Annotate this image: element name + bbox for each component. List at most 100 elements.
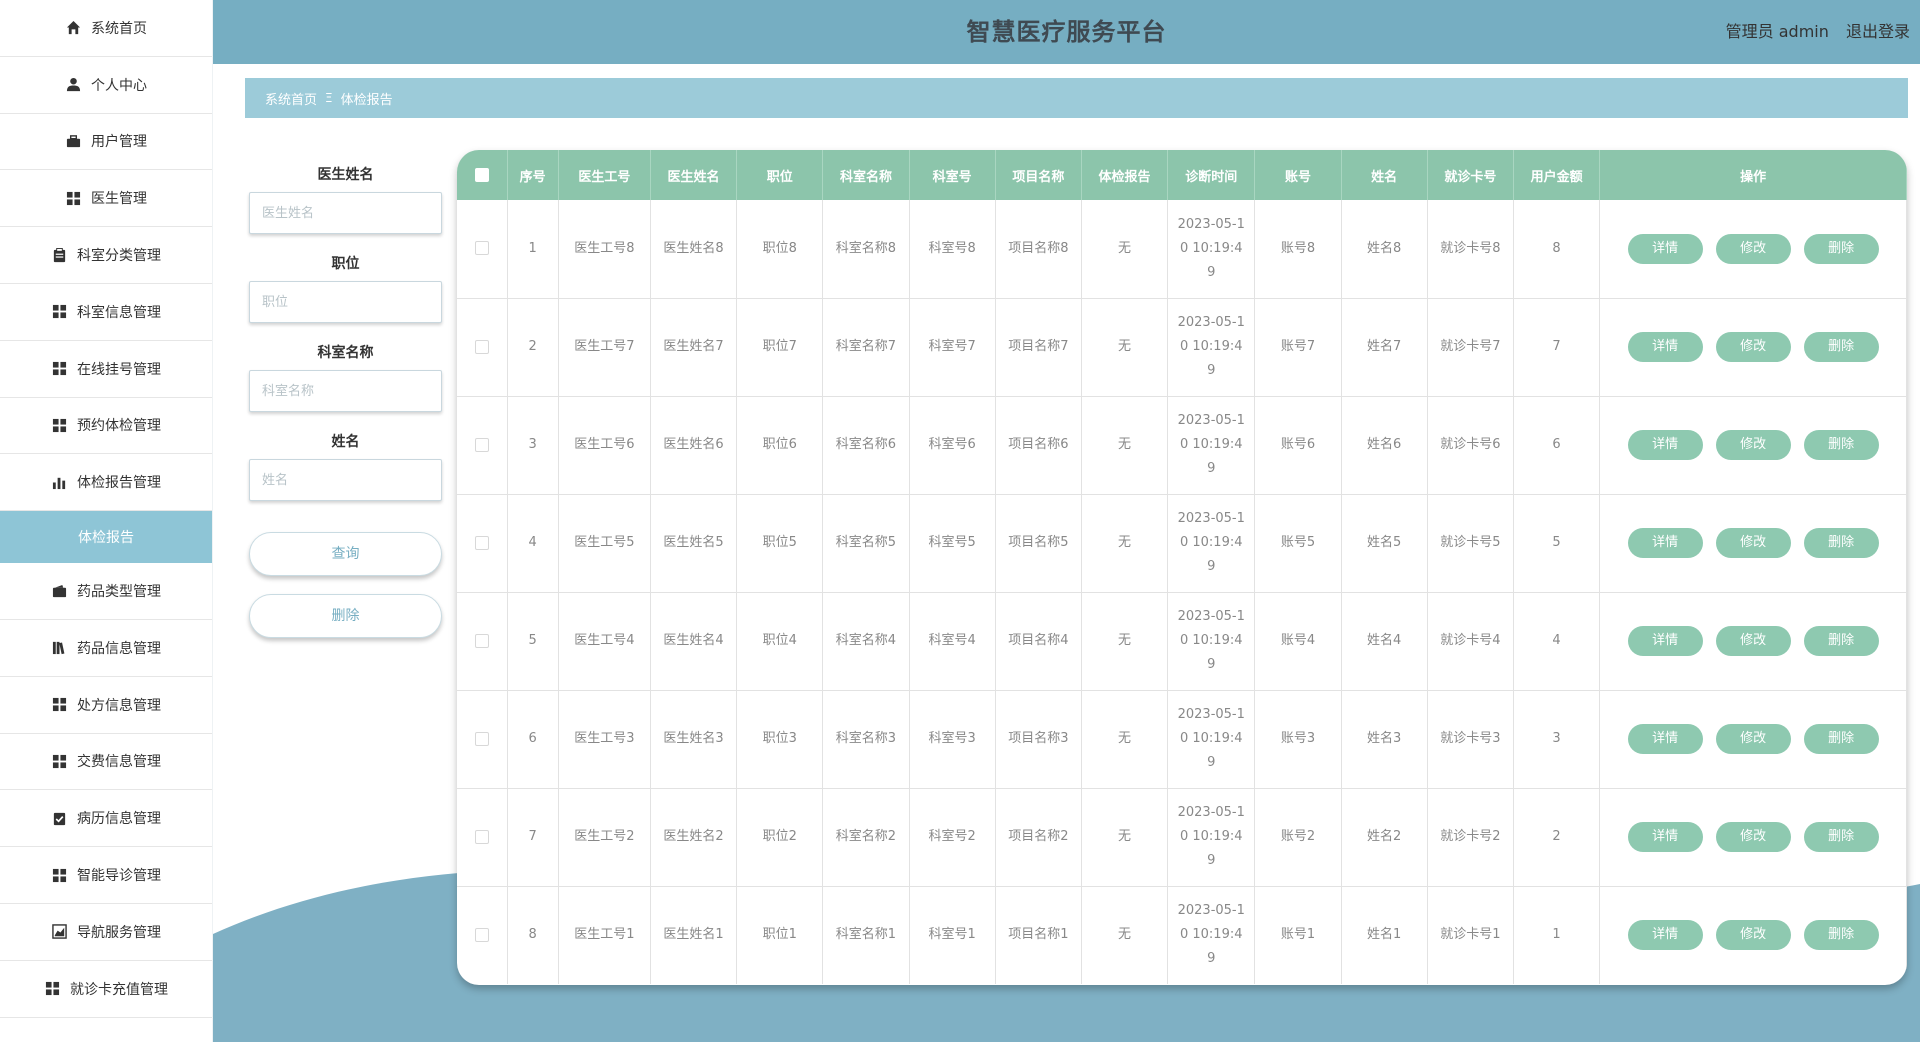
doctor-name-input[interactable]: [249, 192, 442, 234]
delete-button[interactable]: 删除: [1803, 528, 1879, 558]
action-group: 详情 修改 删除: [1601, 233, 1905, 264]
action-group: 详情 修改 删除: [1601, 822, 1905, 852]
column-header: 职位: [736, 150, 824, 200]
user-icon: [65, 77, 81, 93]
cell-name: 姓名7: [1341, 298, 1428, 397]
cell-item: 项目名称4: [995, 592, 1082, 691]
row-select-cell: [457, 200, 508, 299]
cell-doc-name: 医生姓名3: [650, 690, 738, 789]
delete-button[interactable]: 删除: [1803, 626, 1879, 656]
sidebar-item-12[interactable]: 交费信息管理: [0, 734, 212, 791]
detail-button[interactable]: 详情: [1627, 430, 1703, 460]
patient-name-input[interactable]: [249, 459, 442, 501]
cell-account: 账号5: [1254, 494, 1342, 593]
edit-button[interactable]: 修改: [1715, 920, 1791, 951]
select-all-checkbox[interactable]: [474, 168, 489, 182]
edit-button[interactable]: 修改: [1715, 430, 1791, 460]
action-group: 详情 修改 删除: [1601, 920, 1905, 951]
cell-dept-name: 科室名称1: [822, 886, 910, 984]
delete-button[interactable]: 删除: [1803, 233, 1879, 264]
edit-button[interactable]: 修改: [1715, 626, 1791, 656]
cell-name: 姓名8: [1341, 200, 1428, 299]
sidebar-item-15[interactable]: 导航服务管理: [0, 904, 212, 961]
diagnosis-time: 2023-05-10 10:19:49: [1177, 413, 1245, 476]
cell-dept-no: 科室号7: [909, 298, 996, 397]
table-row: 8 医生工号1 医生姓名1 职位1 科室名称1 科室号1 项目名称1 无 2023-05-10 …: [457, 886, 1907, 984]
row-checkbox[interactable]: [474, 633, 489, 648]
sidebar-item-7[interactable]: 预约体检管理: [0, 398, 212, 455]
detail-button[interactable]: 详情: [1627, 920, 1703, 951]
delete-button[interactable]: 删除: [1803, 920, 1879, 951]
search-panel: 医生姓名 职位 科室名称 姓名 查询 删除: [249, 158, 442, 638]
row-checkbox[interactable]: [474, 437, 489, 452]
row-actions: 详情 修改 删除: [1599, 200, 1907, 299]
row-checkbox[interactable]: [474, 535, 489, 550]
sidebar-item-13[interactable]: 病历信息管理: [0, 790, 212, 848]
sidebar-item-5[interactable]: 科室信息管理: [0, 284, 212, 341]
sidebar-item-label: 在线挂号管理: [77, 361, 161, 378]
sidebar-item-0[interactable]: 系统首页: [0, 0, 212, 57]
sidebar-item-1[interactable]: 个人中心: [0, 57, 212, 114]
row-checkbox[interactable]: [474, 731, 489, 746]
grid-icon: [51, 753, 67, 769]
cell-time: 2023-05-10 10:19:49: [1167, 690, 1256, 789]
cell-time: 2023-05-10 10:19:49: [1167, 298, 1256, 397]
sidebar-item-6[interactable]: 在线挂号管理: [0, 341, 212, 398]
sidebar-item-11[interactable]: 处方信息管理: [0, 677, 212, 734]
sidebar-item-8[interactable]: 体检报告管理: [0, 454, 212, 512]
cell-report: 无: [1081, 788, 1169, 887]
delete-button[interactable]: 删除: [1803, 430, 1879, 460]
edit-button[interactable]: 修改: [1715, 528, 1791, 558]
sidebar: 系统首页 个人中心 用户管理 医生管理 科室分类管理 科室信息管理在线挂号管理预约体检管理…: [0, 0, 213, 1042]
sidebar-item-3[interactable]: 医生管理: [0, 170, 212, 228]
row-checkbox[interactable]: [474, 829, 489, 844]
detail-button[interactable]: 详情: [1627, 332, 1703, 362]
grid-icon: [51, 697, 67, 713]
edit-button[interactable]: 修改: [1715, 724, 1791, 754]
cell-dept-no: 科室号8: [909, 200, 996, 299]
row-select-cell: [457, 494, 508, 593]
column-header: 医生工号: [558, 150, 651, 200]
query-button[interactable]: 查询: [249, 532, 442, 576]
edit-button[interactable]: 修改: [1715, 332, 1791, 362]
cell-time: 2023-05-10 10:19:49: [1167, 592, 1256, 691]
detail-button[interactable]: 详情: [1627, 528, 1703, 558]
cell-dept-name: 科室名称5: [822, 494, 910, 593]
delete-button[interactable]: 删除: [1803, 822, 1879, 852]
position-input[interactable]: [249, 281, 442, 323]
sidebar-item-9[interactable]: 药品类型管理: [0, 563, 212, 620]
doctor-name-label: 医生姓名: [317, 167, 374, 183]
sidebar-item-16[interactable]: 就诊卡充值管理: [0, 961, 212, 1018]
row-select-cell: [457, 592, 508, 691]
sidebar-item-14[interactable]: 智能导诊管理: [0, 847, 212, 904]
dept-name-input[interactable]: [249, 370, 442, 412]
row-checkbox[interactable]: [474, 927, 489, 942]
detail-button[interactable]: 详情: [1627, 724, 1703, 754]
sidebar-subitem-active[interactable]: 体检报告: [0, 511, 212, 564]
sidebar-item-10[interactable]: 药品信息管理: [0, 620, 212, 677]
cell-doc-id: 医生工号5: [558, 494, 651, 593]
row-checkbox[interactable]: [474, 241, 489, 256]
cell-amount: 4: [1513, 592, 1601, 691]
cell-name: 姓名5: [1341, 494, 1428, 593]
breadcrumb-home[interactable]: 系统首页: [265, 89, 317, 108]
detail-button[interactable]: 详情: [1627, 822, 1703, 852]
sidebar-item-2[interactable]: 用户管理: [0, 114, 212, 171]
edit-button[interactable]: 修改: [1715, 822, 1791, 852]
admin-user-label: 管理员 admin: [1725, 22, 1829, 41]
cell-doc-id: 医生工号8: [558, 200, 651, 299]
detail-button[interactable]: 详情: [1627, 233, 1703, 264]
row-actions: 详情 修改 删除: [1599, 396, 1907, 495]
sidebar-item-4[interactable]: 科室分类管理: [0, 227, 212, 284]
sidebar-item-label: 智能导诊管理: [77, 868, 161, 885]
row-checkbox[interactable]: [474, 339, 489, 354]
row-select-cell: [457, 886, 508, 984]
cell-report: 无: [1081, 200, 1169, 299]
cell-doc-id: 医生工号3: [558, 690, 651, 789]
delete-button[interactable]: 删除: [1803, 724, 1879, 754]
logout-link[interactable]: 退出登录: [1846, 22, 1910, 41]
detail-button[interactable]: 详情: [1627, 626, 1703, 656]
batch-delete-button[interactable]: 删除: [249, 594, 442, 638]
delete-button[interactable]: 删除: [1803, 332, 1879, 362]
edit-button[interactable]: 修改: [1715, 233, 1791, 264]
